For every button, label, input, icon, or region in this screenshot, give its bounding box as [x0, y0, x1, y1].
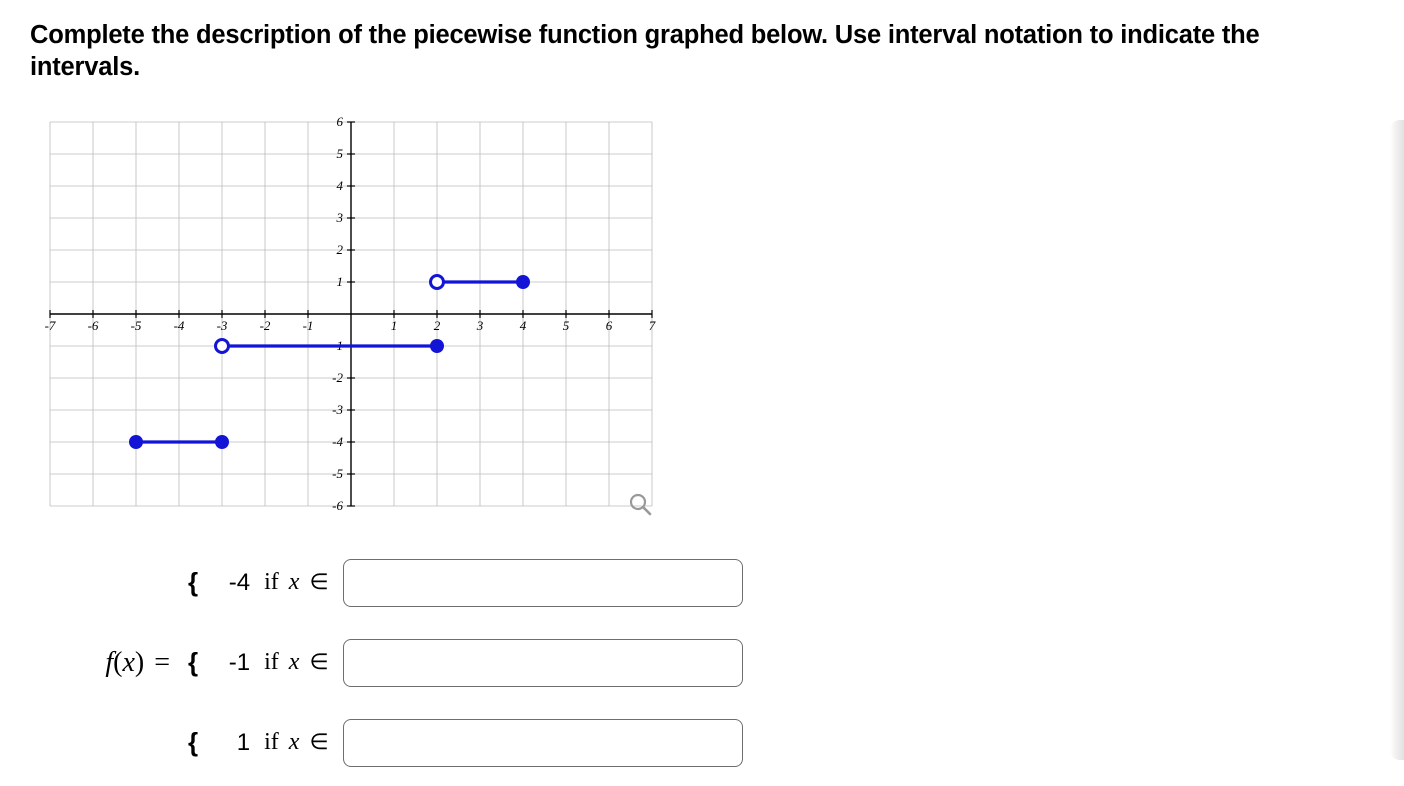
fx-label: f(x)= — [50, 647, 170, 679]
svg-text:6: 6 — [337, 114, 344, 129]
svg-text:3: 3 — [476, 318, 484, 333]
svg-text:7: 7 — [649, 318, 656, 333]
svg-text:3: 3 — [336, 210, 344, 225]
svg-text:-1: -1 — [303, 318, 314, 333]
svg-text:2: 2 — [434, 318, 441, 333]
brace-3: { — [188, 727, 198, 758]
svg-text:5: 5 — [563, 318, 570, 333]
interval-input-1[interactable] — [343, 559, 743, 607]
svg-text:-7: -7 — [45, 318, 56, 333]
piece-value-2: -1 — [212, 649, 250, 677]
pieces-container: { -4 if x ∈ { -1 if x ∈ { 1 if x — [188, 559, 743, 767]
answer-block: f(x)= { -4 if x ∈ { -1 if x ∈ { 1 — [50, 559, 1374, 767]
svg-text:-6: -6 — [88, 318, 99, 333]
piece-value-3: 1 — [212, 729, 250, 757]
piece-value-1: -4 — [212, 569, 250, 597]
svg-text:1: 1 — [337, 274, 344, 289]
piece-condition-2: if x ∈ — [264, 649, 329, 676]
svg-text:2: 2 — [337, 242, 344, 257]
piece-row-3: { 1 if x ∈ — [188, 719, 743, 767]
svg-text:-2: -2 — [332, 370, 343, 385]
svg-text:-5: -5 — [332, 466, 343, 481]
piece-row-1: { -4 if x ∈ — [188, 559, 743, 607]
graph-plot: -7-6-5-4-3-2-11234567-6-5-4-3-2-1123456 — [30, 114, 660, 529]
piece-condition-1: if x ∈ — [264, 569, 329, 596]
interval-input-3[interactable] — [343, 719, 743, 767]
svg-text:5: 5 — [337, 146, 344, 161]
brace-1: { — [188, 567, 198, 598]
svg-text:6: 6 — [606, 318, 613, 333]
piece-condition-3: if x ∈ — [264, 729, 329, 756]
question-text: Complete the description of the piecewis… — [30, 20, 1370, 84]
svg-text:-5: -5 — [131, 318, 142, 333]
svg-text:-6: -6 — [332, 498, 343, 513]
svg-text:4: 4 — [520, 318, 527, 333]
brace-2: { — [188, 647, 198, 678]
svg-text:1: 1 — [391, 318, 398, 333]
svg-text:4: 4 — [337, 178, 344, 193]
page-curl-decoration — [1390, 120, 1404, 760]
svg-text:-3: -3 — [217, 318, 228, 333]
interval-input-2[interactable] — [343, 639, 743, 687]
piece-row-2: { -1 if x ∈ — [188, 639, 743, 687]
svg-text:-3: -3 — [332, 402, 343, 417]
svg-text:-4: -4 — [332, 434, 343, 449]
svg-text:-4: -4 — [174, 318, 185, 333]
svg-text:-2: -2 — [260, 318, 271, 333]
